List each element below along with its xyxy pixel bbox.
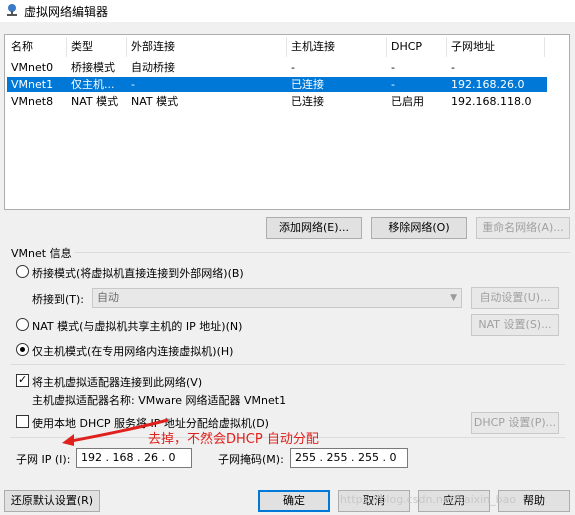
use-dhcp-checkbox[interactable] <box>16 415 29 428</box>
cell-name: VMnet0 <box>11 61 54 74</box>
cell-host: 已连接 <box>291 78 324 91</box>
cell-external: - <box>131 78 135 91</box>
column-header-host[interactable]: 主机连接 <box>287 37 387 57</box>
column-header-subnet[interactable]: 子网地址 <box>447 37 545 57</box>
column-header-name[interactable]: 名称 <box>7 37 67 57</box>
column-header-type[interactable]: 类型 <box>67 37 127 57</box>
subnet-mask-input[interactable]: 255 . 255 . 255 . 0 <box>290 448 408 468</box>
bridge-to-select[interactable]: 自动 ▼ <box>92 288 462 308</box>
cell-dhcp: - <box>391 61 395 74</box>
cell-dhcp: - <box>391 78 395 91</box>
bridge-mode-label: 桥接模式(将虚拟机直接连接到外部网络)(B) <box>32 267 244 280</box>
host-only-mode-radio[interactable] <box>16 343 29 356</box>
column-header-external[interactable]: 外部连接 <box>127 37 287 57</box>
rename-network-button[interactable]: 重命名网络(A)... <box>476 217 570 239</box>
subnet-ip-input[interactable]: 192 . 168 . 26 . 0 <box>76 448 192 468</box>
network-editor-icon <box>7 4 17 16</box>
adapter-name-text: 主机虚拟适配器名称: VMware 网络适配器 VMnet1 <box>32 394 287 407</box>
ok-button[interactable]: 确定 <box>258 490 330 512</box>
annotation-text: 去掉，不然会DHCP 自动分配 <box>148 432 319 447</box>
host-only-mode-label: 仅主机模式(在专用网络内连接虚拟机)(H) <box>32 345 234 358</box>
cell-subnet: - <box>451 61 455 74</box>
auto-settings-button[interactable]: 自动设置(U)... <box>471 287 559 309</box>
bridge-to-value: 自动 <box>97 291 119 304</box>
add-network-button[interactable]: 添加网络(E)... <box>266 217 362 239</box>
cell-subnet: 192.168.26.0 <box>451 78 525 91</box>
table-row-selected[interactable]: VMnet1 仅主机... - 已连接 - 192.168.26.0 <box>7 77 547 92</box>
cell-subnet: 192.168.118.0 <box>451 95 532 108</box>
column-header-dhcp[interactable]: DHCP <box>387 37 447 57</box>
restore-defaults-button[interactable]: 还原默认设置(R) <box>4 490 100 512</box>
cell-type: 仅主机... <box>71 78 115 91</box>
bridge-mode-radio[interactable] <box>16 265 29 278</box>
nat-mode-radio[interactable] <box>16 318 29 331</box>
bridge-to-label: 桥接到(T): <box>32 293 85 306</box>
network-list[interactable]: 名称 类型 外部连接 主机连接 DHCP 子网地址 VMnet0 桥接模式 自动… <box>4 34 570 210</box>
cell-type: 桥接模式 <box>71 61 115 74</box>
table-row[interactable]: VMnet0 桥接模式 自动桥接 - - - <box>7 60 547 75</box>
cell-name: VMnet1 <box>11 78 54 91</box>
cell-host: - <box>291 61 295 74</box>
remove-network-button[interactable]: 移除网络(O) <box>371 217 467 239</box>
cell-name: VMnet8 <box>11 95 54 108</box>
vmnet-info-group-title: VMnet 信息 <box>11 247 72 260</box>
nat-mode-label: NAT 模式(与虚拟机共享主机的 IP 地址)(N) <box>32 320 243 333</box>
group-divider <box>74 252 570 253</box>
window-title: 虚拟网络编辑器 <box>24 5 109 19</box>
section-divider <box>10 364 565 365</box>
cell-host: 已连接 <box>291 95 324 108</box>
cell-external: NAT 模式 <box>131 95 179 108</box>
subnet-ip-label: 子网 IP (I): <box>16 453 71 466</box>
watermark-text: https://blog.csdn.net/kaixin_bao <box>340 493 517 506</box>
subnet-mask-label: 子网掩码(M): <box>218 453 284 466</box>
nat-settings-button[interactable]: NAT 设置(S)... <box>471 314 559 336</box>
cell-type: NAT 模式 <box>71 95 119 108</box>
connect-adapter-checkbox[interactable] <box>16 373 29 387</box>
cell-dhcp: 已启用 <box>391 95 424 108</box>
title-bar: 虚拟网络编辑器 <box>0 0 575 22</box>
table-row[interactable]: VMnet8 NAT 模式 NAT 模式 已连接 已启用 192.168.118… <box>7 94 547 109</box>
chevron-down-icon: ▼ <box>450 293 457 303</box>
connect-adapter-label: 将主机虚拟适配器连接到此网络(V) <box>32 376 203 389</box>
cell-external: 自动桥接 <box>131 61 175 74</box>
dhcp-settings-button[interactable]: DHCP 设置(P)... <box>471 412 559 434</box>
